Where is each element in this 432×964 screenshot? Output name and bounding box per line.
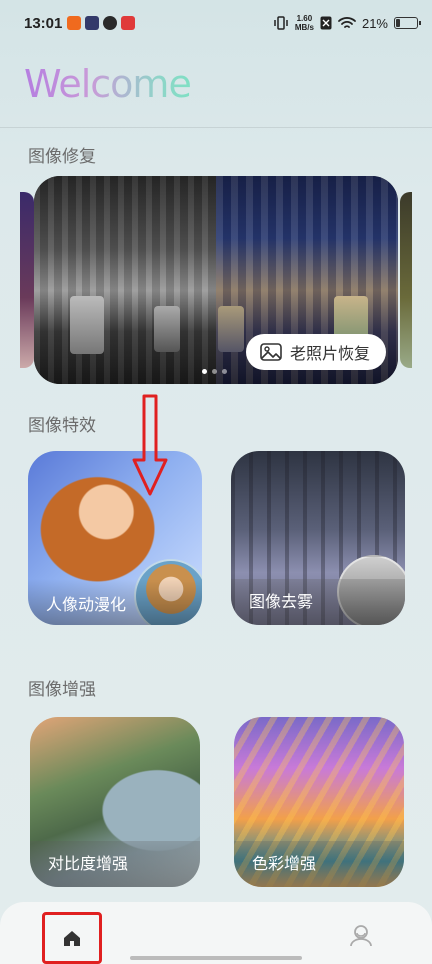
sim-icon — [320, 16, 332, 30]
notification-icons — [67, 16, 135, 30]
carousel-next-slide[interactable] — [400, 192, 412, 368]
status-right: 1.60 MB/s 21% — [273, 14, 421, 32]
nav-home-button[interactable] — [42, 912, 102, 964]
old-photo-restore-button[interactable]: 老照片恢复 — [245, 334, 386, 370]
banner-before-image — [34, 176, 216, 384]
image-icon — [260, 343, 282, 361]
color-enhance-label: 色彩增强 — [234, 841, 404, 887]
carousel-prev-slide[interactable] — [20, 192, 34, 368]
anime-portrait-label: 人像动漫化 — [28, 579, 202, 625]
net-speed-value: 1.60 — [296, 14, 313, 23]
contrast-enhance-card[interactable]: 对比度增强 — [30, 717, 200, 887]
dehaze-card[interactable]: 图像去雾 — [231, 451, 405, 625]
section-title-restore: 图像修复 — [28, 147, 96, 167]
section-title-enhance: 图像增强 — [28, 680, 96, 700]
net-speed-unit: MB/s — [294, 23, 314, 32]
battery-fill — [396, 19, 400, 27]
status-bar: 13:01 1.60 MB/s 21% — [0, 0, 432, 48]
battery-icon — [394, 17, 421, 29]
carousel-dots — [202, 369, 227, 374]
old-photo-restore-banner[interactable]: 老照片恢复 — [34, 176, 398, 384]
red-down-arrow-icon — [132, 394, 168, 496]
battery-percent: 21% — [361, 15, 388, 31]
banner-tram-shape — [70, 296, 104, 354]
bottom-nav — [0, 902, 432, 964]
carousel-dot — [202, 369, 207, 374]
contrast-enhance-label: 对比度增强 — [30, 841, 200, 887]
net-speed: 1.60 MB/s — [295, 14, 314, 32]
welcome-title: Welcome — [24, 62, 192, 106]
header-divider — [0, 127, 432, 128]
old-photo-restore-label: 老照片恢复 — [289, 344, 370, 363]
banner-tram-shape — [154, 306, 180, 352]
restore-carousel[interactable]: 老照片恢复 — [0, 176, 432, 386]
section-title-effects: 图像特效 — [28, 416, 96, 436]
app-notification-icon — [67, 16, 81, 30]
status-time: 13:01 — [24, 15, 63, 32]
carousel-dot — [212, 369, 217, 374]
app-notification-icon — [121, 16, 135, 30]
color-enhance-card[interactable]: 色彩增强 — [234, 717, 404, 887]
dehaze-label: 图像去雾 — [231, 579, 405, 625]
home-indicator[interactable] — [130, 956, 302, 960]
carousel-dot — [222, 369, 227, 374]
vibrate-icon — [274, 16, 288, 30]
banner-tram-shape — [218, 306, 244, 352]
app-notification-icon — [103, 16, 117, 30]
home-icon — [64, 931, 80, 946]
wifi-icon — [338, 17, 356, 28]
profile-icon[interactable] — [348, 922, 374, 948]
app-notification-icon — [85, 16, 99, 30]
anime-portrait-card[interactable]: 人像动漫化 — [28, 451, 202, 625]
